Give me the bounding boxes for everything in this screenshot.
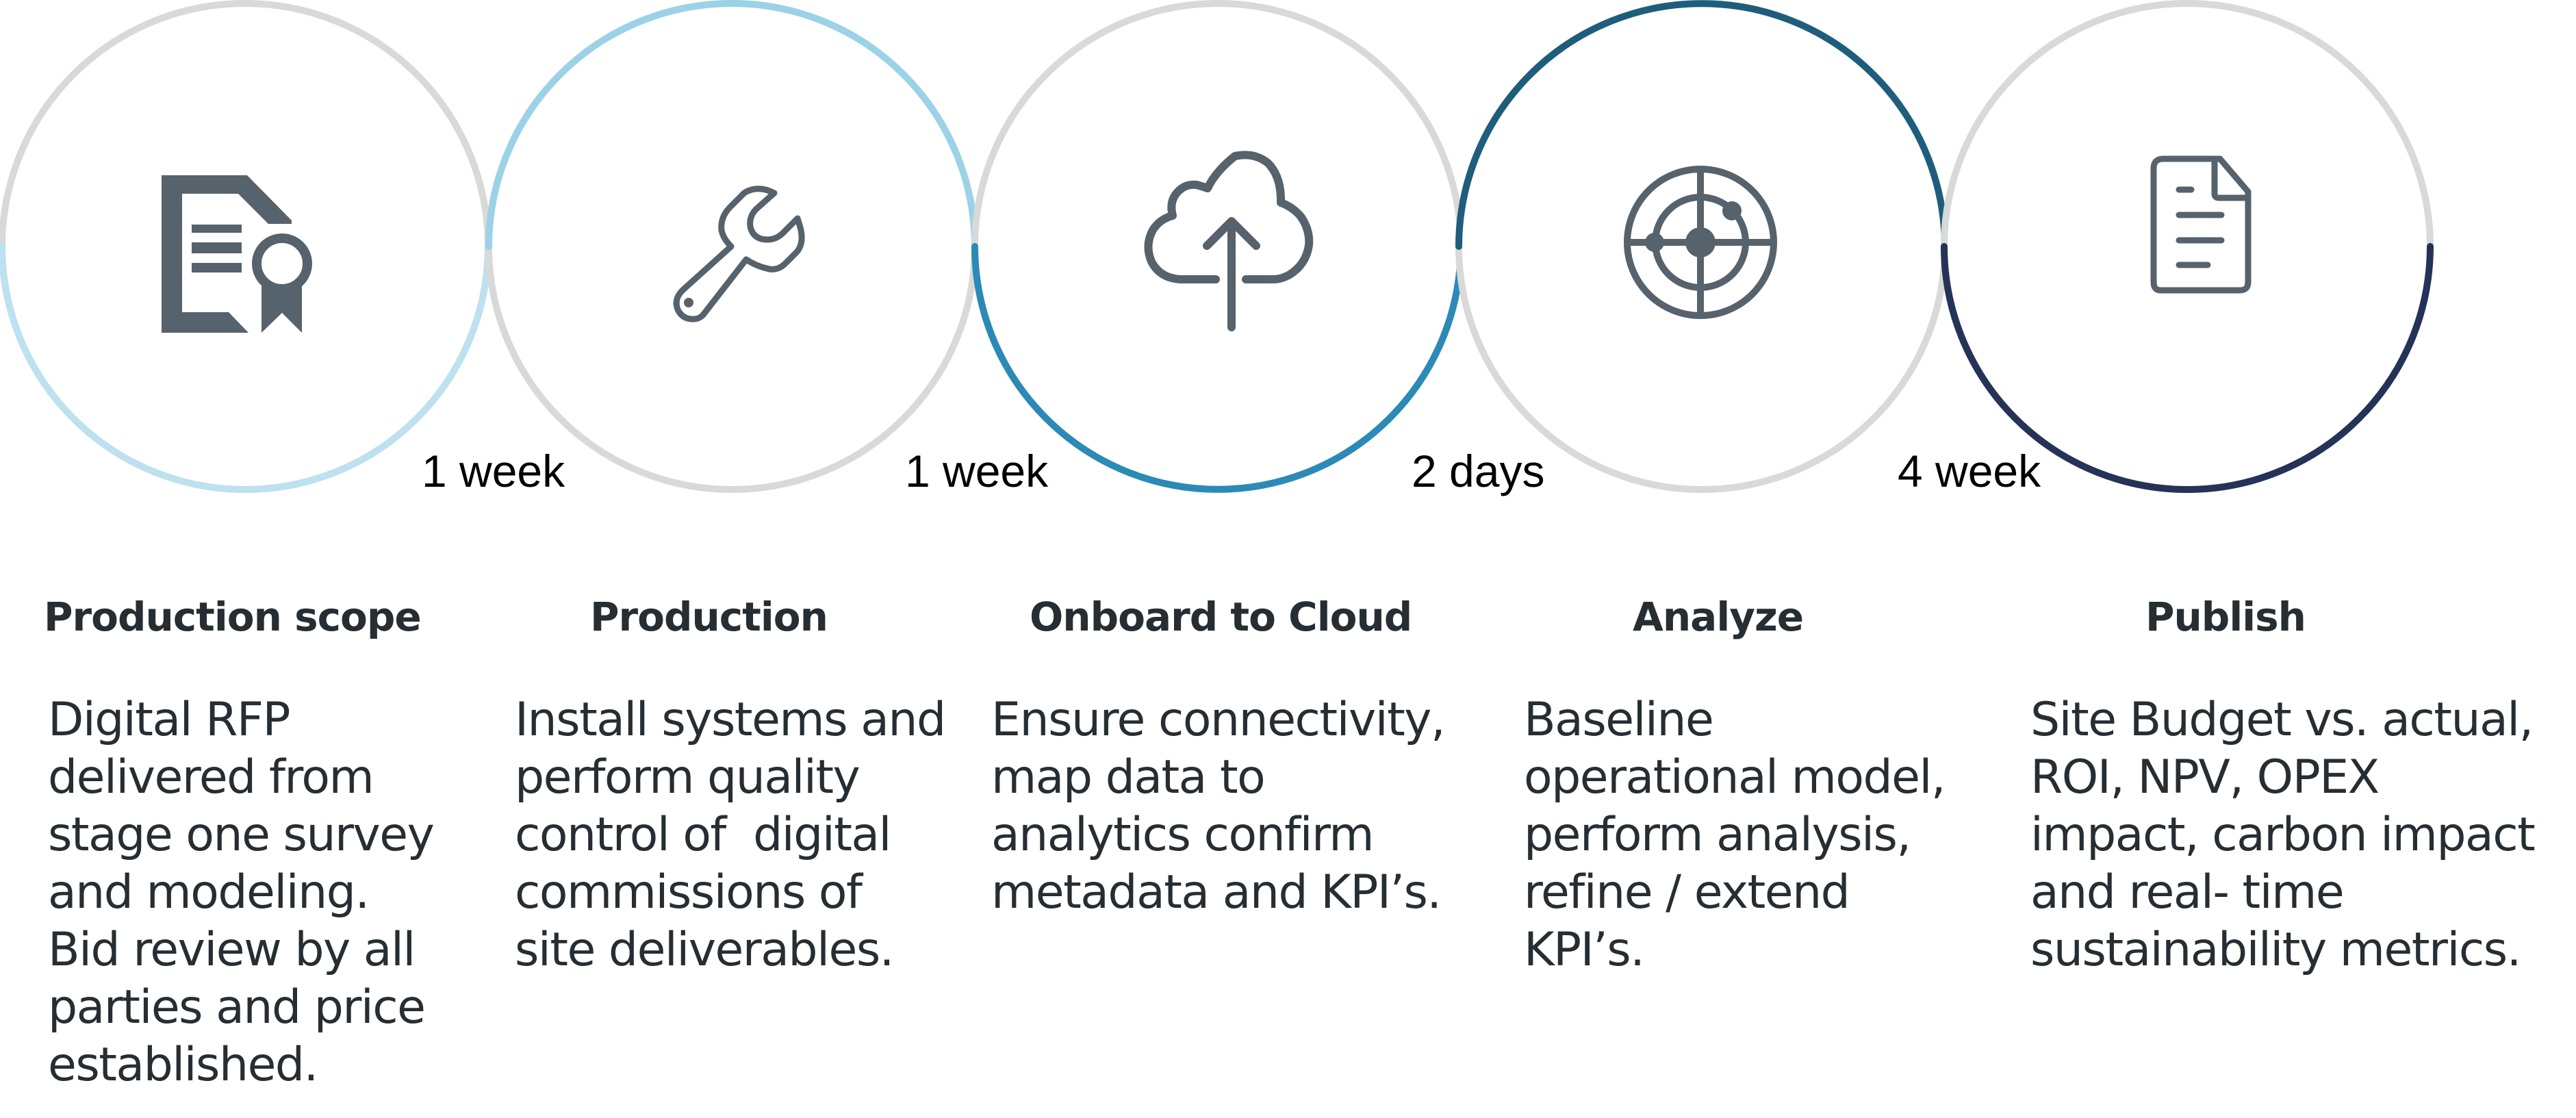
duration-label: 1 week (422, 446, 565, 496)
description-line: stage one survey (48, 808, 435, 862)
description-line: Baseline (1524, 693, 1714, 747)
stage-description: Install systems and perform quality cont… (515, 691, 946, 979)
description-line: refine / extend (1524, 865, 1850, 919)
stage-description: Ensure connectivity, map data to analyti… (991, 691, 1446, 922)
stage-title: Production scope (44, 594, 422, 640)
stage-description: Baseline operational model, perform anal… (1524, 691, 1946, 979)
description-line: and modeling. (48, 865, 370, 919)
radar-target-icon (1624, 166, 1777, 319)
description-line: perform quality (515, 750, 860, 804)
description-line: Site Budget vs. actual, (2030, 693, 2534, 747)
description-line: map data to (991, 750, 1266, 804)
description-line: ROI, NPV, OPEX (2030, 750, 2380, 804)
description-line: metadata and KPI’s. (991, 865, 1442, 919)
stage-description: Digital RFP delivered from stage one sur… (48, 691, 435, 1094)
description-line: and real- time (2030, 865, 2345, 919)
description-line: Bid review by all (48, 923, 416, 977)
description-line: Digital RFP (48, 693, 291, 747)
description-line: delivered from (48, 750, 374, 804)
stage-description: Site Budget vs. actual, ROI, NPV, OPEX i… (2030, 691, 2536, 979)
description-line: Install systems and (515, 693, 946, 747)
description-line: impact, carbon impact (2030, 808, 2536, 862)
duration-label: 2 days (1412, 446, 1545, 496)
stage-rings (0, 0, 2434, 493)
stage-ring (0, 0, 492, 493)
process-timeline: 1 week 1 week 2 days 4 week Production s… (0, 0, 2576, 1118)
stage-title: Production (590, 594, 828, 640)
description-line: control of digital (515, 808, 891, 862)
stage-title: Publish (2145, 594, 2306, 640)
description-line: established. (48, 1038, 318, 1092)
description-line: site deliverables. (515, 923, 894, 977)
description-line: operational model, (1524, 750, 1946, 804)
description-line: analytics confirm (991, 808, 1374, 862)
duration-label: 4 week (1898, 446, 2041, 496)
stage-ring (971, 0, 1464, 493)
description-line: parties and price (48, 980, 426, 1034)
description-line: commissions of (515, 865, 863, 919)
duration-label: 1 week (905, 446, 1049, 496)
stage-ring (1941, 0, 2434, 493)
stage-title: Onboard to Cloud (1030, 594, 1412, 640)
description-line: perform analysis, (1524, 808, 1911, 862)
description-line: KPI’s. (1524, 923, 1645, 977)
description-line: Ensure connectivity, (991, 693, 1446, 747)
description-line: sustainability metrics. (2030, 923, 2521, 977)
stage-title: Analyze (1633, 594, 1804, 640)
